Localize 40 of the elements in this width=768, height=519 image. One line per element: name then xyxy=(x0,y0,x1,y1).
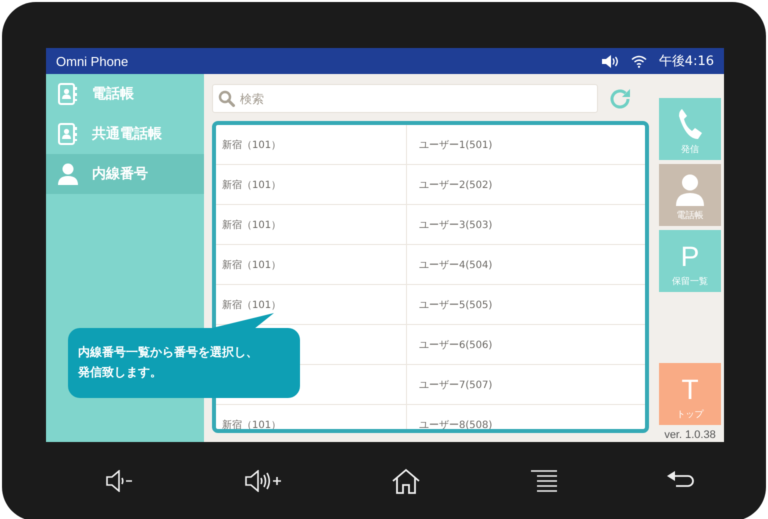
table-cell-text: ユーザー3(503) xyxy=(418,218,492,232)
list-row[interactable]: 新宿（101） ユーザー4(504) xyxy=(216,245,645,285)
table-cell-text: ユーザー4(504) xyxy=(418,258,492,272)
table-cell-text: ユーザー5(505) xyxy=(418,298,492,312)
button-label: トップ xyxy=(676,408,704,421)
wifi-icon xyxy=(630,54,647,68)
menu-icon[interactable] xyxy=(530,470,558,492)
button-label: 電話帳 xyxy=(676,210,704,222)
volume-up-icon[interactable] xyxy=(244,470,282,492)
table-cell: 新宿（101） xyxy=(216,165,407,204)
contact-book-icon xyxy=(58,83,78,105)
button-label: 保留一覧 xyxy=(672,276,708,288)
phone-icon xyxy=(677,108,703,140)
person-icon xyxy=(675,174,705,206)
table-cell-text: ユーザー7(507) xyxy=(418,378,492,392)
tooltip-text: 発信致します。 xyxy=(78,364,163,381)
speaker-icon xyxy=(600,54,619,68)
app-title: Omni Phone xyxy=(56,54,128,68)
button-label: 発信 xyxy=(681,144,699,156)
version-text: ver. 1.0.38 xyxy=(664,429,716,442)
letter-glyph: P xyxy=(680,242,700,272)
list-row[interactable]: 新宿（101） ユーザー8(508) xyxy=(216,405,645,429)
search-icon xyxy=(218,90,235,107)
contact-book-icon xyxy=(58,123,78,145)
table-cell-text: ユーザー1(501) xyxy=(418,138,492,152)
table-cell: 新宿（101） xyxy=(216,405,407,429)
table-cell-text: ユーザー2(502) xyxy=(418,178,492,192)
table-cell: 新宿（101） xyxy=(216,205,407,244)
list-row[interactable]: 新宿（101） ユーザー3(503) xyxy=(216,205,645,245)
table-cell: 新宿（101） xyxy=(216,125,407,164)
table-cell: 新宿（101） xyxy=(216,245,407,284)
clock-time: 午後4:16 xyxy=(658,53,714,70)
home-icon[interactable] xyxy=(391,468,421,494)
table-cell-text: ユーザー6(506) xyxy=(418,338,492,352)
list-row[interactable]: 新宿（101） ユーザー1(501) xyxy=(216,125,645,165)
letter-glyph: T xyxy=(681,375,699,405)
search-field[interactable]: 検索 xyxy=(212,84,598,113)
person-icon xyxy=(58,163,78,185)
table-cell-text: ユーザー8(508) xyxy=(418,418,492,429)
list-row[interactable]: 新宿（101） ユーザー2(502) xyxy=(216,165,645,205)
